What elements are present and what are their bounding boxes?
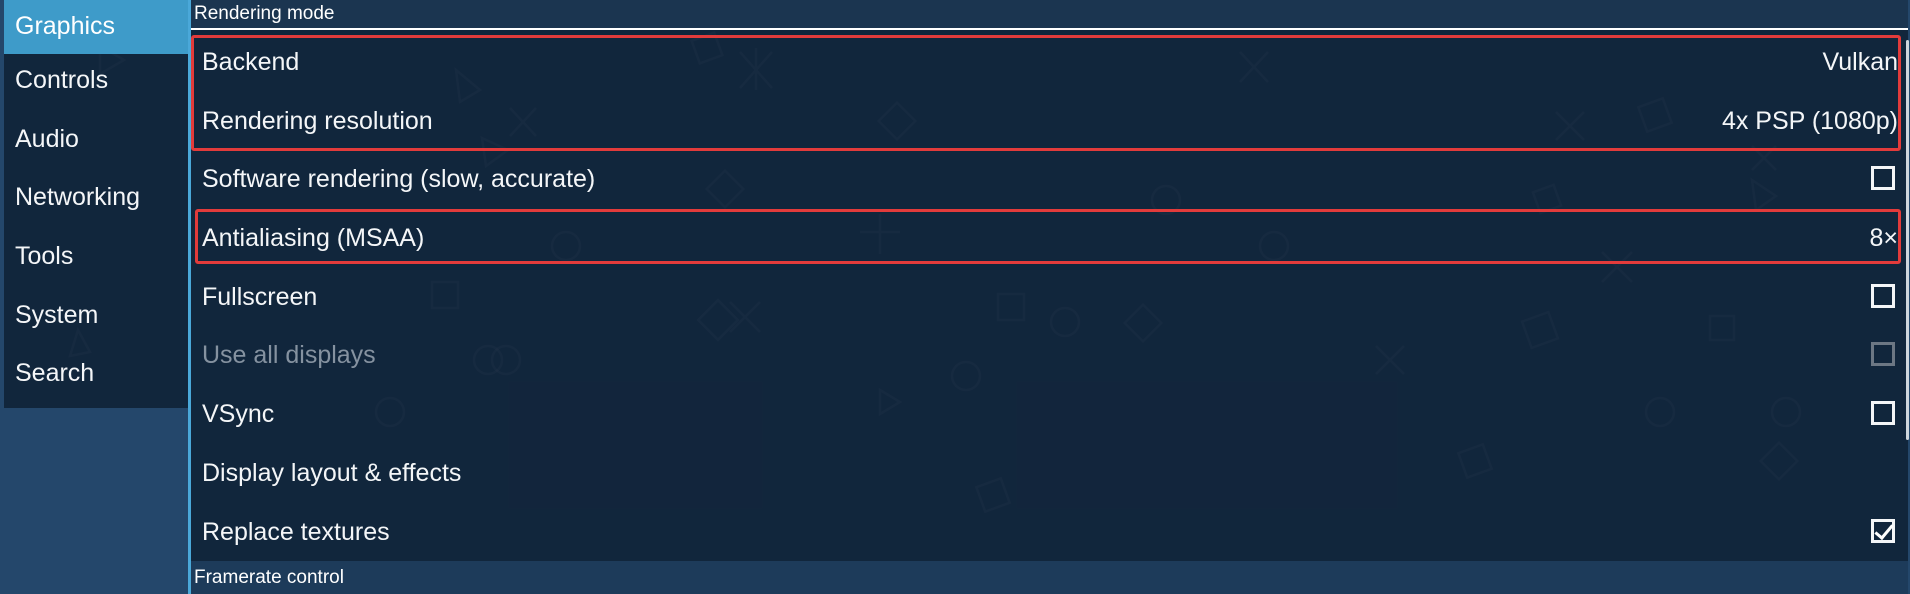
setting-label: VSync: [202, 400, 275, 428]
setting-value: 8×: [1869, 224, 1898, 252]
scrollbar[interactable]: [1906, 40, 1909, 440]
checkbox: [1871, 342, 1895, 366]
sidebar-item-audio[interactable]: Audio: [4, 113, 188, 172]
sidebar-item-tools[interactable]: Tools: [4, 230, 188, 289]
checkbox[interactable]: [1871, 166, 1895, 190]
sidebar-item-networking[interactable]: Networking: [4, 171, 188, 230]
setting-row-fullscreen[interactable]: Fullscreen: [191, 268, 1908, 326]
section-header-rendering-mode: Rendering mode: [191, 0, 1908, 30]
setting-label: Rendering resolution: [202, 107, 433, 135]
setting-row-display-layout[interactable]: Display layout & effects: [191, 444, 1908, 502]
sidebar-item-graphics[interactable]: Graphics: [4, 0, 188, 54]
setting-row-backend[interactable]: Backend Vulkan: [191, 33, 1908, 91]
setting-label: Use all displays: [202, 341, 376, 369]
sidebar-item-controls[interactable]: Controls: [4, 54, 188, 113]
checkbox[interactable]: [1871, 401, 1895, 425]
setting-row-use-all-displays: Use all displays: [191, 326, 1908, 384]
setting-label: Replace textures: [202, 518, 390, 546]
section-header-framerate-control: Framerate control: [191, 561, 1908, 594]
setting-value: 4x PSP (1080p): [1721, 107, 1898, 135]
sidebar: Graphics Controls Audio Networking Tools…: [4, 0, 188, 408]
setting-label: Backend: [202, 48, 300, 76]
settings-screen: Graphics Controls Audio Networking Tools…: [0, 0, 1910, 594]
setting-row-replace-textures[interactable]: Replace textures: [191, 503, 1908, 561]
setting-label: Fullscreen: [202, 283, 318, 311]
setting-value: Vulkan: [1822, 48, 1898, 76]
setting-row-vsync[interactable]: VSync: [191, 385, 1908, 443]
setting-row-antialiasing[interactable]: Antialiasing (MSAA) 8×: [191, 209, 1908, 267]
checkbox-checked[interactable]: [1871, 519, 1895, 543]
settings-panel: Rendering mode Backend Vulkan Rendering …: [188, 0, 1910, 594]
sidebar-item-search[interactable]: Search: [4, 347, 188, 406]
sidebar-item-system[interactable]: System: [4, 289, 188, 348]
setting-label: Antialiasing (MSAA): [202, 224, 425, 252]
setting-row-rendering-resolution[interactable]: Rendering resolution 4x PSP (1080p): [191, 92, 1908, 150]
setting-label: Display layout & effects: [202, 459, 462, 487]
checkbox[interactable]: [1871, 284, 1895, 308]
setting-label: Software rendering (slow, accurate): [202, 165, 596, 193]
setting-row-software-rendering[interactable]: Software rendering (slow, accurate): [191, 150, 1908, 208]
